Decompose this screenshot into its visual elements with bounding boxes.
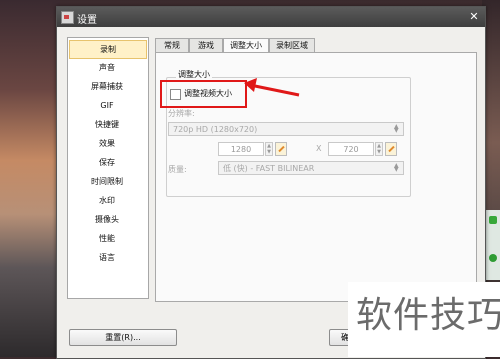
- reset-button[interactable]: 重置(R)...: [69, 329, 177, 346]
- sidebar-item-language[interactable]: 语言: [69, 249, 145, 266]
- desktop-background-left: [0, 0, 60, 357]
- title-bar[interactable]: 设置 ✕: [57, 7, 485, 27]
- tab-resize[interactable]: 调整大小: [223, 38, 269, 53]
- sidebar-item-watermark[interactable]: 水印: [69, 192, 145, 209]
- window-title: 设置: [77, 15, 97, 26]
- watermark-overlay: 软件技巧: [348, 282, 500, 357]
- sidebar-item-save[interactable]: 保存: [69, 154, 145, 171]
- sidebar-item-webcam[interactable]: 摄像头: [69, 211, 145, 228]
- aspect-ratio-icon[interactable]: [275, 142, 287, 156]
- resize-panel: 调整大小 调整视频大小 分辨率: 720p HD (1280x720) ▲ ▼ 1…: [155, 52, 477, 302]
- resolution-value: 720p HD (1280x720): [173, 125, 258, 134]
- quality-select[interactable]: 低 (快) - FAST BILINEAR ▲ ▼: [218, 161, 404, 175]
- group-title: 调整大小: [176, 69, 212, 80]
- settings-sidebar: 录制 声音 屏幕捕获 GIF 快捷键 效果 保存 时间限制 水印 摄像头 性能 …: [67, 37, 149, 299]
- quality-label: 质量:: [168, 165, 187, 174]
- width-spin-icon[interactable]: ▲ ▼: [265, 142, 273, 156]
- tab-record-area[interactable]: 录制区域: [269, 38, 315, 52]
- close-icon[interactable]: ✕: [467, 10, 481, 24]
- arrow-annotation: [244, 78, 300, 97]
- dropdown-arrow-icon[interactable]: ▲ ▼: [394, 124, 401, 134]
- watermark-text: 软件技巧: [356, 295, 500, 336]
- width-input[interactable]: 1280: [218, 142, 264, 156]
- sidebar-item-time-limit[interactable]: 时间限制: [69, 173, 145, 190]
- sidebar-item-gif[interactable]: GIF: [69, 97, 145, 114]
- times-symbol: X: [316, 144, 322, 153]
- tab-general[interactable]: 常规: [155, 38, 189, 52]
- dropdown-arrow-icon[interactable]: ▲ ▼: [394, 163, 401, 173]
- tray-add-icon[interactable]: [489, 254, 497, 262]
- resolution-label: 分辨率:: [168, 109, 195, 118]
- tab-game[interactable]: 游戏: [189, 38, 223, 52]
- sidebar-item-effects[interactable]: 效果: [69, 135, 145, 152]
- height-spin-icon[interactable]: ▲ ▼: [375, 142, 383, 156]
- height-input[interactable]: 720: [328, 142, 374, 156]
- sidebar-item-record[interactable]: 录制: [69, 40, 147, 59]
- taskbar-strip: [486, 210, 500, 280]
- sidebar-item-screen-capture[interactable]: 屏幕捕获: [69, 78, 145, 95]
- sidebar-item-sound[interactable]: 声音: [69, 59, 145, 76]
- quality-value: 低 (快) - FAST BILINEAR: [223, 164, 315, 173]
- sidebar-item-performance[interactable]: 性能: [69, 230, 145, 247]
- tray-icon[interactable]: [489, 216, 497, 224]
- annotation-highlight-box: [160, 80, 247, 108]
- sidebar-item-hotkeys[interactable]: 快捷键: [69, 116, 145, 133]
- app-icon: [61, 11, 74, 24]
- aspect-ratio-icon[interactable]: [385, 142, 397, 156]
- resolution-select[interactable]: 720p HD (1280x720) ▲ ▼: [168, 122, 404, 136]
